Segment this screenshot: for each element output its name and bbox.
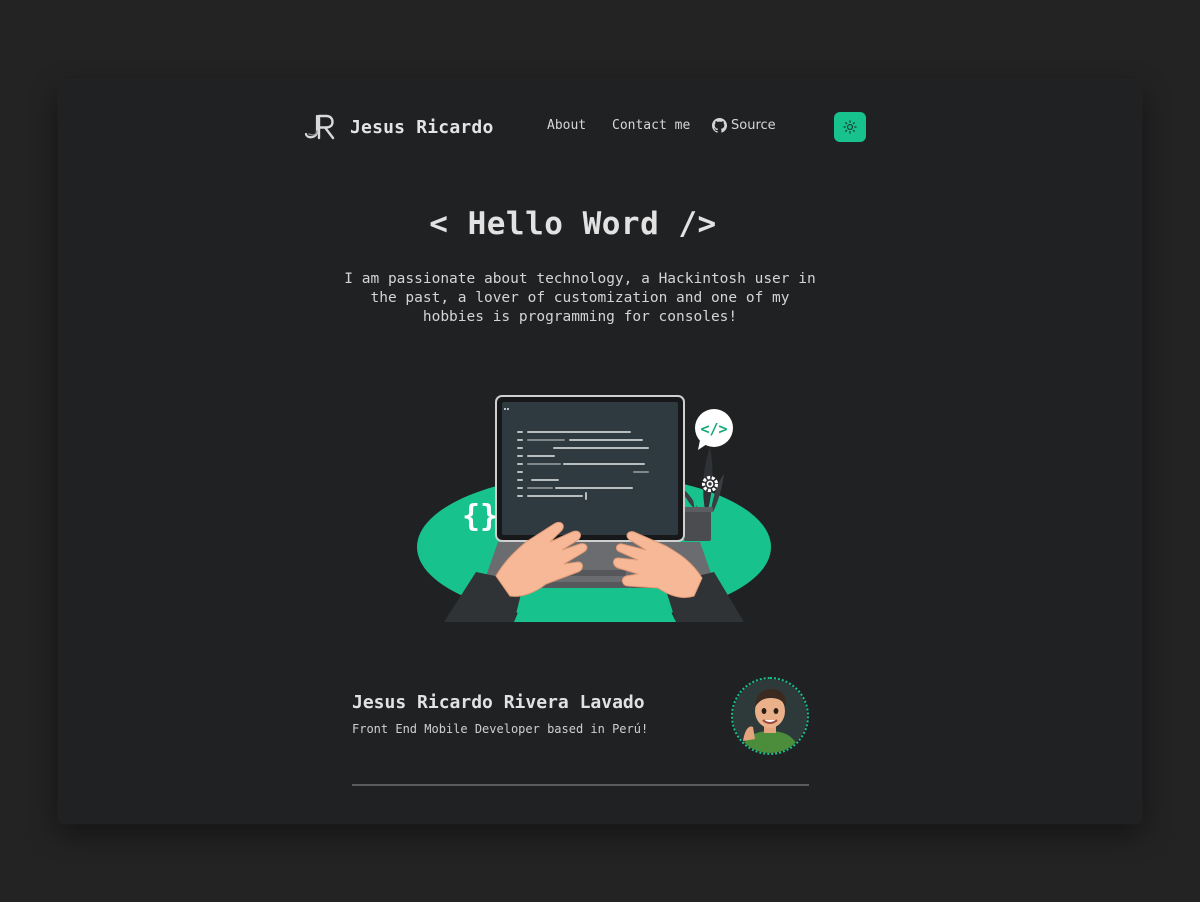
profile-role: Front End Mobile Developer based in Perú… (352, 722, 649, 736)
nav-link-contact[interactable]: Contact me (612, 118, 690, 133)
page-card: Jesus Ricardo About Contact me Source < … (58, 80, 1142, 824)
svg-text:</>: </> (700, 420, 727, 438)
hero-title: < Hello Word /> (429, 206, 717, 242)
sun-icon (843, 120, 857, 134)
nav-link-source-label: Source (731, 118, 776, 133)
code-bubble-icon: </> (695, 409, 733, 450)
theme-toggle-button[interactable] (834, 112, 866, 142)
nav-link-source[interactable]: Source (712, 118, 776, 133)
hero-description: I am passionate about technology, a Hack… (344, 271, 816, 325)
curly-braces-icon: {} (462, 499, 498, 534)
developer-laptop-illustration: {} </> (417, 395, 771, 622)
jr-monogram-icon (304, 114, 335, 140)
nav-link-about[interactable]: About (547, 118, 586, 133)
section-divider (352, 784, 809, 786)
top-navigation: Jesus Ricardo About Contact me Source (304, 112, 868, 142)
memoji-avatar (733, 679, 807, 753)
avatar (731, 677, 809, 755)
brand-home-link[interactable]: Jesus Ricardo (304, 112, 493, 142)
github-icon (712, 118, 727, 133)
brand-name: Jesus Ricardo (350, 116, 494, 138)
profile-name: Jesus Ricardo Rivera Lavado (352, 692, 645, 713)
